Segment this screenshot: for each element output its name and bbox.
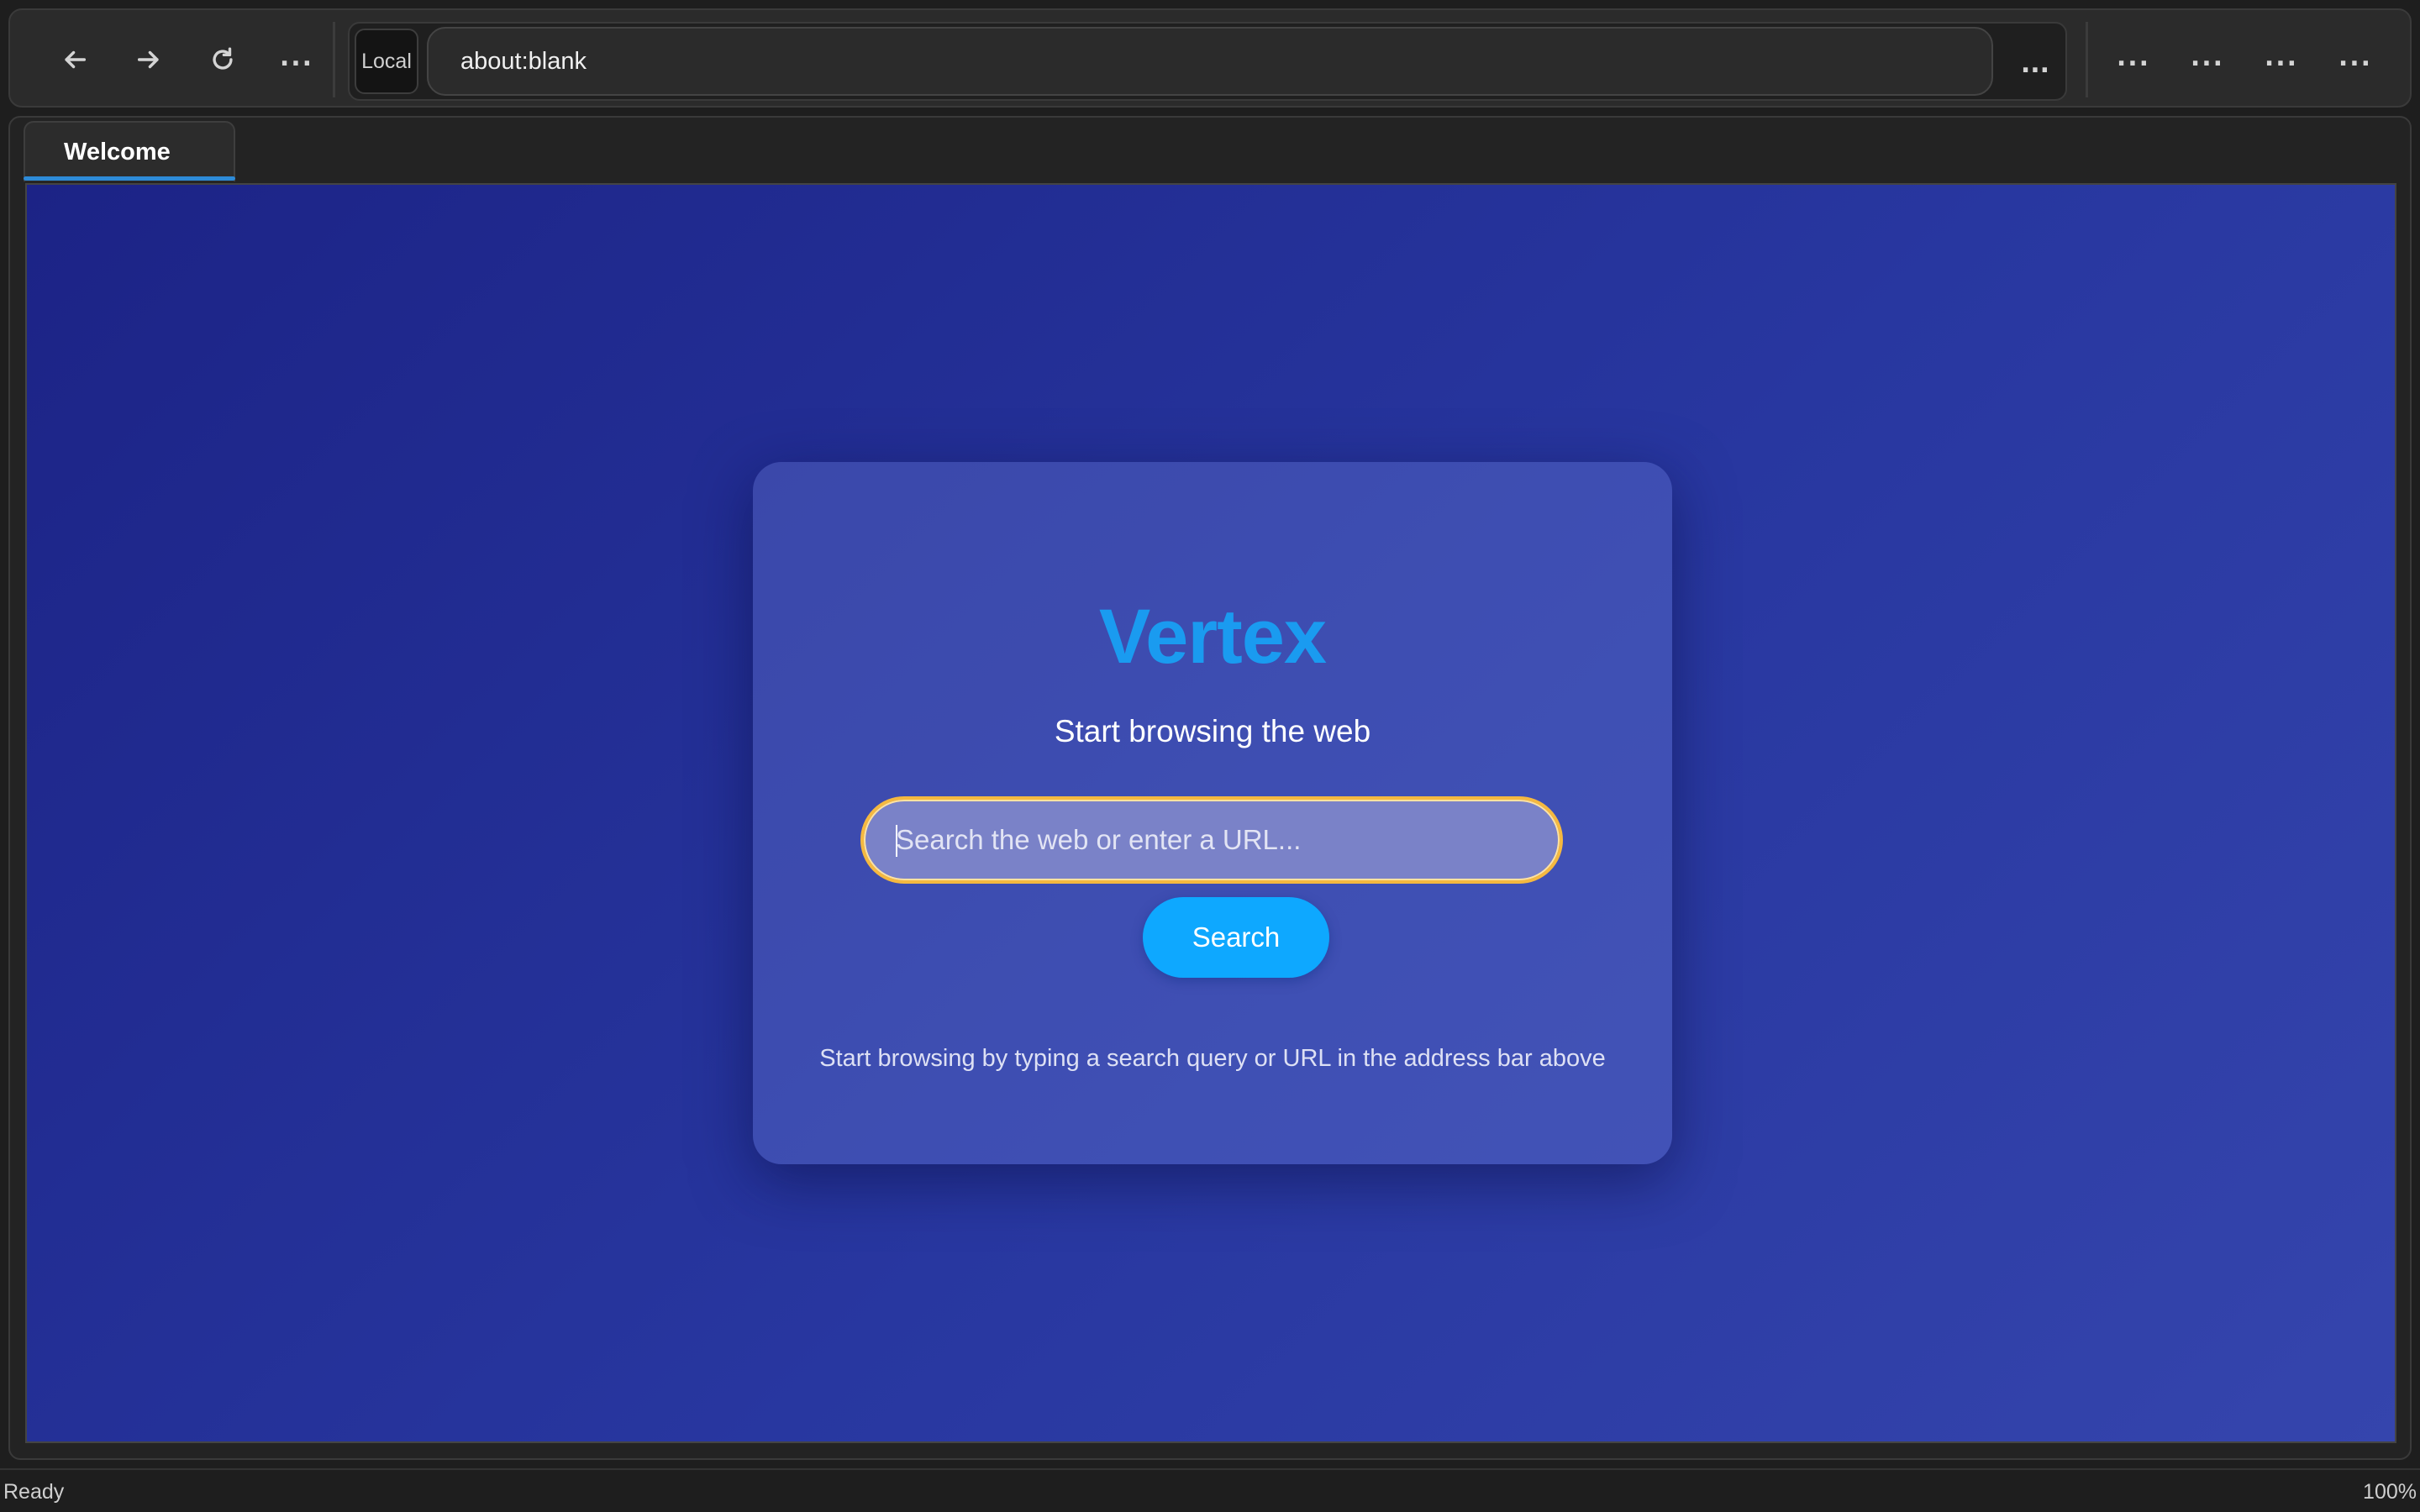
arrow-left-icon xyxy=(65,50,87,69)
arrow-right-icon xyxy=(137,50,159,69)
search-button[interactable]: Search xyxy=(1143,897,1329,978)
brand-title: Vertex xyxy=(1098,594,1327,680)
menu-button-1[interactable]: ... xyxy=(2104,30,2163,89)
browser-window: ... Local ... ... ... ... ... Welcome Ve… xyxy=(0,0,2420,1512)
hint-text: Start browsing by typing a search query … xyxy=(819,1045,1606,1072)
browser-frame: Welcome Vertex Start browsing the web Se… xyxy=(8,116,2412,1460)
url-input[interactable] xyxy=(427,27,1993,96)
menu-button-4[interactable]: ... xyxy=(2326,30,2385,89)
address-more-button[interactable]: ... xyxy=(2005,29,2065,94)
page-viewport: Vertex Start browsing the web Search Sta… xyxy=(25,183,2396,1443)
toolbar-divider xyxy=(333,22,335,97)
menu-button-3[interactable]: ... xyxy=(2252,30,2311,89)
search-input[interactable] xyxy=(860,796,1563,884)
forward-button[interactable] xyxy=(119,30,178,89)
zoom-level[interactable]: 100% xyxy=(2363,1480,2417,1504)
local-badge[interactable]: Local xyxy=(355,29,418,94)
back-button[interactable] xyxy=(45,30,104,89)
tagline: Start browsing the web xyxy=(1054,714,1371,748)
status-bar: Ready 100% xyxy=(0,1468,2420,1512)
menu-button-2[interactable]: ... xyxy=(2178,30,2237,89)
tab-welcome[interactable]: Welcome xyxy=(24,121,235,181)
reload-icon xyxy=(213,47,233,70)
toolbar: ... Local ... ... ... ... ... xyxy=(8,8,2412,108)
text-caret xyxy=(896,825,897,857)
welcome-card: Vertex Start browsing the web Search Sta… xyxy=(753,462,1672,1164)
nav-more-button[interactable]: ... xyxy=(267,30,326,89)
status-text: Ready xyxy=(3,1480,65,1504)
active-tab-indicator xyxy=(24,176,235,181)
reload-button[interactable] xyxy=(193,30,252,89)
address-bar: Local ... xyxy=(348,22,2067,101)
tab-bar: Welcome xyxy=(10,118,2410,181)
toolbar-divider xyxy=(2086,22,2088,97)
